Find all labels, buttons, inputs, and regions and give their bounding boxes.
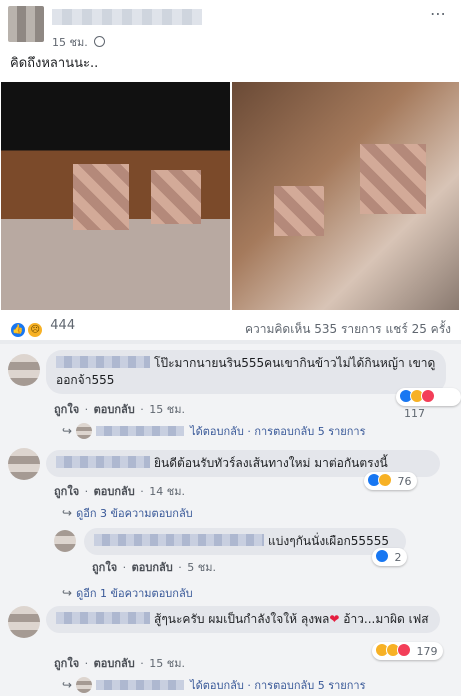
- post-reaction-count: 444: [50, 318, 76, 333]
- reaction-count: 117: [404, 407, 425, 420]
- view-more-text: ดูอีก 1 ข้อความตอบกลับ: [76, 587, 193, 600]
- post-card: 15 ชม. ⋯ คิดถึงหลานนะ.. 👍 ☹ 444 ความคิดเ…: [0, 0, 461, 344]
- commenter-name-blurred[interactable]: [56, 456, 150, 468]
- commenter-avatar[interactable]: [8, 606, 40, 638]
- comment-text: สู้ๆนะครับ ผมเป็นกำลังใจให้ ลุงพล: [154, 612, 330, 626]
- commenter-name-blurred[interactable]: [56, 356, 150, 368]
- post-text: คิดถึงหลานนะ..: [10, 56, 99, 71]
- like-reaction-icon: 👍: [10, 322, 26, 338]
- reply-actions: ถูกใจ · ตอบกลับ · 5 ชม.: [92, 558, 218, 576]
- replies-text: ได้ตอบกลับ · การตอบกลับ 5 รายการ: [190, 679, 366, 692]
- reply-bubble: แบ่งๆกันนั่งเผือก55555: [84, 528, 406, 555]
- separator: ·: [136, 657, 148, 670]
- comment-reactions[interactable]: 76: [364, 472, 417, 490]
- sub-commenter-name-blurred[interactable]: [94, 534, 264, 546]
- comment-text-continued: อ้าว...มาผิด เฟส: [339, 612, 429, 626]
- sad-reaction-icon: ☹: [27, 322, 44, 338]
- comment-time[interactable]: 15 ชม.: [149, 657, 185, 670]
- blurred-face: [274, 186, 324, 236]
- comment-reactions[interactable]: 179: [372, 642, 443, 660]
- post-reactions[interactable]: 👍 ☹ 444: [10, 318, 75, 338]
- love-reaction-icon: [421, 389, 435, 403]
- poster-name-blurred[interactable]: [52, 9, 202, 25]
- blurred-face: [360, 144, 426, 214]
- globe-icon: [94, 36, 106, 47]
- reply-link[interactable]: ตอบกลับ: [94, 657, 135, 670]
- reply-arrow-icon: ↪: [62, 586, 73, 600]
- replier-avatar: [76, 677, 93, 693]
- blurred-face: [151, 170, 201, 224]
- more-options-icon[interactable]: ⋯: [430, 4, 447, 23]
- separator: ·: [81, 485, 92, 498]
- blurred-face: [73, 164, 129, 230]
- view-more-replies[interactable]: ↪ ดูอีก 3 ข้อความตอบกลับ: [62, 504, 193, 522]
- reply-time[interactable]: 5 ชม.: [187, 561, 216, 574]
- separator: ·: [136, 485, 148, 498]
- reaction-count: 179: [416, 645, 438, 658]
- reply-link[interactable]: ตอบกลับ: [132, 561, 173, 574]
- separator: ·: [174, 561, 186, 574]
- comment-bubble: สู้ๆนะครับ ผมเป็นกำลังใจให้ ลุงพล❤ อ้าว.…: [46, 606, 440, 633]
- sub-commenter-avatar[interactable]: [54, 530, 76, 552]
- separator: ·: [136, 403, 148, 416]
- comment-text: ยินดีต้อนรับทัวร์ลงเส้นทางใหม่ มาต่อกันต…: [154, 456, 388, 470]
- replies-text: ได้ตอบกลับ · การตอบกลับ 5 รายการ: [190, 425, 366, 438]
- like-link[interactable]: ถูกใจ: [54, 657, 79, 670]
- reaction-count: 76: [397, 475, 412, 488]
- like-link[interactable]: ถูกใจ: [54, 485, 79, 498]
- comment-actions: ถูกใจ · ตอบกลับ · 15 ชม.: [54, 400, 187, 418]
- post-timestamp[interactable]: 15 ชม.: [52, 33, 106, 51]
- reaction-count: 2: [394, 551, 402, 564]
- like-reaction-icon: [375, 549, 389, 563]
- replies-summary[interactable]: ↪ ได้ตอบกลับ · การตอบกลับ 5 รายการ: [62, 422, 365, 440]
- replies-summary[interactable]: ↪ ได้ตอบกลับ · การตอบกลับ 5 รายการ: [62, 676, 365, 694]
- like-link[interactable]: ถูกใจ: [54, 403, 79, 416]
- comment-reactions[interactable]: 117: [396, 388, 461, 420]
- view-more-replies[interactable]: ↪ ดูอีก 1 ข้อความตอบกลับ: [62, 584, 193, 602]
- comment-actions: ถูกใจ · ตอบกลับ · 14 ชม.: [54, 482, 187, 500]
- heart-emoji-icon: ❤: [329, 612, 340, 626]
- commenter-avatar[interactable]: [8, 448, 40, 480]
- like-link[interactable]: ถูกใจ: [92, 561, 117, 574]
- post-photo-left[interactable]: [1, 82, 230, 310]
- separator: ·: [81, 657, 92, 670]
- reply-link[interactable]: ตอบกลับ: [94, 485, 135, 498]
- love-reaction-icon: [397, 643, 411, 657]
- reply-reactions[interactable]: 2: [372, 548, 407, 566]
- comment-time[interactable]: 14 ชม.: [149, 485, 185, 498]
- commenter-name-blurred[interactable]: [56, 612, 150, 624]
- reply-arrow-icon: ↪: [62, 424, 73, 438]
- comment-bubble: โป๊ะมากนายนริน555คนเขากินข้าวไม่ได้กินหญ…: [46, 350, 446, 394]
- separator: ·: [81, 403, 92, 416]
- view-more-text: ดูอีก 3 ข้อความตอบกลับ: [76, 507, 193, 520]
- replier-name-blurred: [96, 680, 185, 690]
- reply-arrow-icon: ↪: [62, 678, 73, 692]
- comments-section: โป๊ะมากนายนริน555คนเขากินข้าวไม่ได้กินหญ…: [0, 344, 461, 696]
- replier-avatar: [76, 423, 93, 439]
- comment-actions: ถูกใจ · ตอบกลับ · 15 ชม.: [54, 654, 187, 672]
- commenter-avatar[interactable]: [8, 354, 40, 386]
- comment-time[interactable]: 15 ชม.: [149, 403, 185, 416]
- post-photo-right[interactable]: [232, 82, 459, 310]
- reply-link[interactable]: ตอบกลับ: [94, 403, 135, 416]
- post-time-text: 15 ชม.: [52, 36, 88, 49]
- separator: ·: [119, 561, 130, 574]
- replier-name-blurred: [96, 426, 185, 436]
- haha-reaction-icon: [378, 473, 392, 487]
- poster-avatar[interactable]: [8, 6, 44, 42]
- reply-arrow-icon: ↪: [62, 506, 73, 520]
- reply-text: แบ่งๆกันนั่งเผือก55555: [268, 534, 389, 548]
- post-stats[interactable]: ความคิดเห็น 535 รายการ แชร์ 25 ครั้ง: [245, 320, 451, 339]
